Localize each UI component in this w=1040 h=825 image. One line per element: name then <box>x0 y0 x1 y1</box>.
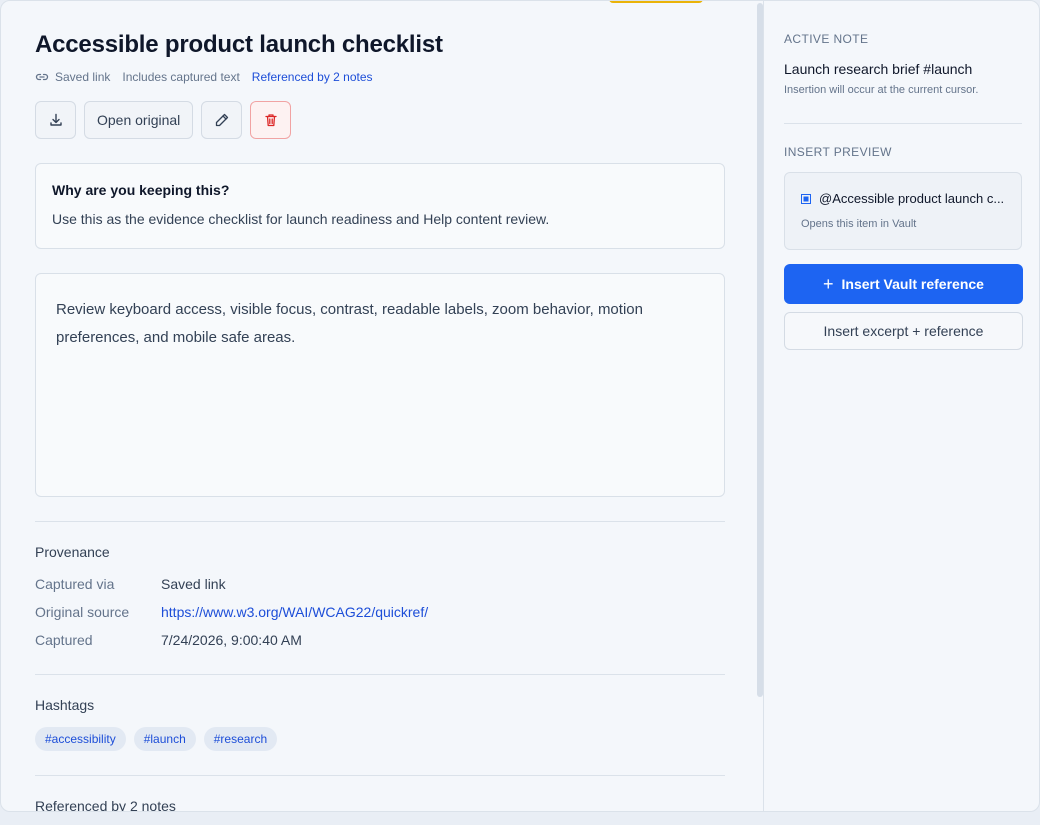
delete-button[interactable] <box>250 101 292 139</box>
section-divider <box>35 674 725 675</box>
provenance-row-captured: Captured 7/24/2026, 9:00:40 AM <box>35 632 302 648</box>
provenance-value: Saved link <box>161 576 226 592</box>
active-note-label: ACTIVE NOTE <box>784 32 869 46</box>
preview-subtitle: Opens this item in Vault <box>801 218 917 230</box>
preview-title-row: @Accessible product launch c... <box>801 191 1005 206</box>
hashtag-list: #accessibility #launch #research <box>35 727 278 751</box>
section-divider <box>35 775 725 776</box>
reason-question: Why are you keeping this? <box>52 182 230 198</box>
insert-vault-reference-label: Insert Vault reference <box>841 276 984 292</box>
reason-card[interactable]: Why are you keeping this? Use this as th… <box>35 163 725 249</box>
insert-preview-label: INSERT PREVIEW <box>784 145 892 159</box>
insert-preview-card: @Accessible product launch c... Opens th… <box>784 172 1022 250</box>
referenced-by-title: Referenced by 2 notes <box>35 798 176 812</box>
original-source-link[interactable]: https://www.w3.org/WAI/WCAG22/quickref/ <box>161 604 428 620</box>
hashtag-chip[interactable]: #launch <box>133 727 196 751</box>
link-icon <box>35 70 49 84</box>
captured-text-editor[interactable]: Review keyboard access, visible focus, c… <box>35 273 725 497</box>
plus-icon: + <box>823 274 834 294</box>
preview-title: @Accessible product launch c... <box>819 191 1005 206</box>
insert-sidebar: ACTIVE NOTE Launch research brief #launc… <box>764 1 1039 811</box>
provenance-row-original-source: Original source https://www.w3.org/WAI/W… <box>35 604 428 620</box>
insert-vault-reference-button[interactable]: + Insert Vault reference <box>784 264 1023 304</box>
active-note-title: Launch research brief #launch <box>784 61 973 77</box>
item-type-label: Saved link <box>55 70 111 84</box>
item-detail-panel: Accessible product launch checklist Save… <box>1 1 761 812</box>
hashtag-chip[interactable]: #accessibility <box>35 727 126 751</box>
insert-excerpt-button[interactable]: Insert excerpt + reference <box>784 312 1023 350</box>
captured-text-label: Includes captured text <box>122 70 240 84</box>
trash-icon <box>263 112 279 128</box>
app-window: Accessible product launch checklist Save… <box>0 0 1040 812</box>
references-link[interactable]: Referenced by 2 notes <box>252 70 373 84</box>
provenance-row-captured-via: Captured via Saved link <box>35 576 226 592</box>
page-title: Accessible product launch checklist <box>35 31 443 58</box>
open-original-button[interactable]: Open original <box>84 101 194 139</box>
section-divider <box>35 521 725 522</box>
item-meta: Saved link Includes captured text Refere… <box>35 69 373 85</box>
download-button[interactable] <box>35 101 76 139</box>
sidebar-divider <box>784 123 1022 124</box>
reason-answer: Use this as the evidence checklist for l… <box>52 211 550 227</box>
item-toolbar: Open original <box>35 101 292 139</box>
provenance-key: Original source <box>35 604 130 620</box>
hashtag-chip[interactable]: #research <box>203 727 278 751</box>
document-icon <box>801 193 811 204</box>
download-icon <box>48 112 64 128</box>
provenance-value: 7/24/2026, 9:00:40 AM <box>161 632 302 648</box>
pencil-icon <box>214 112 230 128</box>
active-note-hint: Insertion will occur at the current curs… <box>784 84 979 96</box>
provenance-key: Captured <box>35 632 93 648</box>
provenance-title: Provenance <box>35 544 110 560</box>
hashtags-title: Hashtags <box>35 697 95 713</box>
edit-button[interactable] <box>201 101 243 139</box>
provenance-key: Captured via <box>35 576 115 592</box>
